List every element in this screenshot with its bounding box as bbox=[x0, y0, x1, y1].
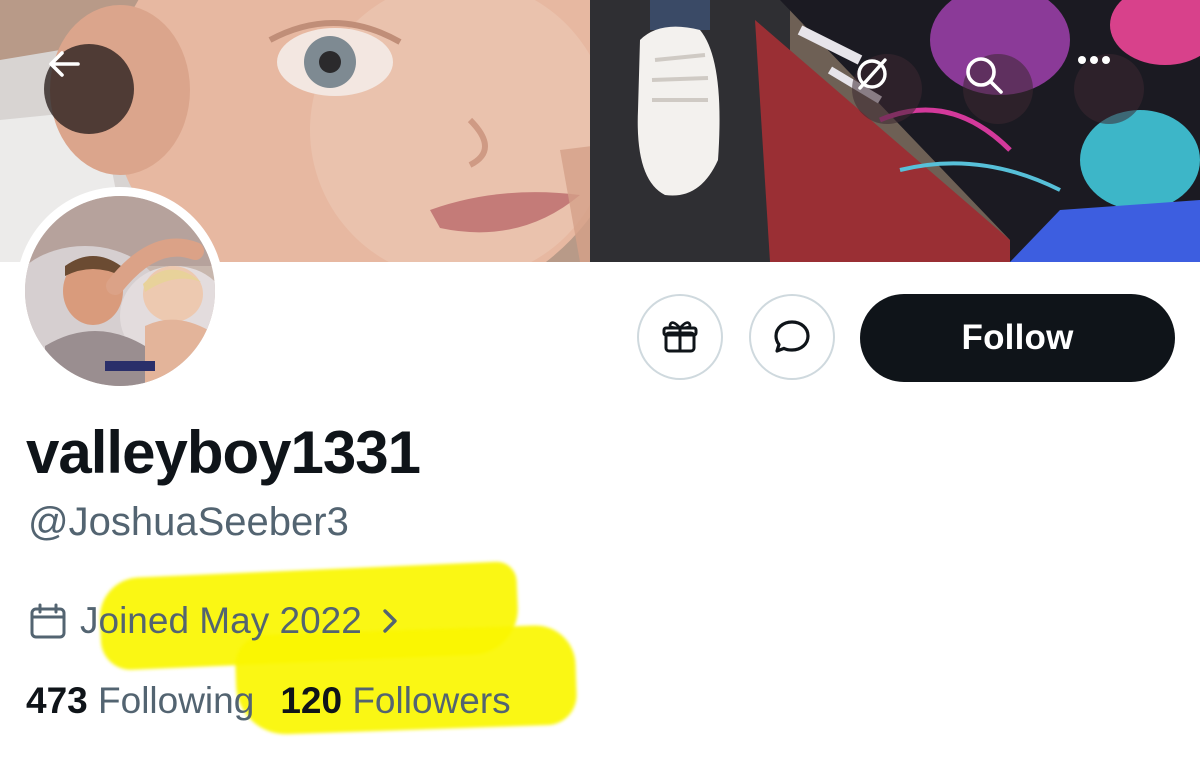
following-label: Following bbox=[98, 680, 255, 721]
chevron-right-icon bbox=[383, 609, 397, 633]
message-icon bbox=[774, 320, 810, 353]
display-name: valleyboy1331 bbox=[26, 419, 421, 486]
followers-link[interactable]: 120 Followers bbox=[280, 680, 510, 721]
follow-button[interactable]: Follow bbox=[860, 294, 1175, 382]
avatar[interactable] bbox=[16, 187, 224, 395]
search-button[interactable] bbox=[963, 54, 1033, 124]
followers-label: Followers bbox=[352, 680, 511, 721]
following-count: 473 bbox=[26, 680, 88, 721]
calendar-icon bbox=[30, 603, 66, 639]
user-handle: @JoshuaSeeber3 bbox=[28, 500, 349, 544]
followers-count: 120 bbox=[280, 680, 343, 721]
message-button[interactable] bbox=[749, 294, 835, 380]
more-icon bbox=[1078, 56, 1110, 64]
joined-date-text: Joined May 2022 bbox=[80, 600, 362, 641]
translate-icon bbox=[857, 58, 887, 90]
more-button[interactable] bbox=[1074, 54, 1144, 124]
gift-icon bbox=[662, 321, 698, 353]
following-link[interactable]: 473 Following bbox=[26, 680, 254, 721]
back-arrow-icon bbox=[49, 51, 80, 77]
gift-button[interactable] bbox=[637, 294, 723, 380]
back-button[interactable] bbox=[44, 44, 134, 134]
follow-stats: 473 Following 120 Followers bbox=[26, 680, 511, 722]
translate-button[interactable] bbox=[852, 54, 922, 124]
avatar-photo bbox=[25, 196, 215, 386]
search-icon bbox=[966, 57, 1003, 94]
joined-date-row[interactable]: Joined May 2022 bbox=[28, 598, 400, 644]
avatar-image bbox=[25, 196, 215, 386]
